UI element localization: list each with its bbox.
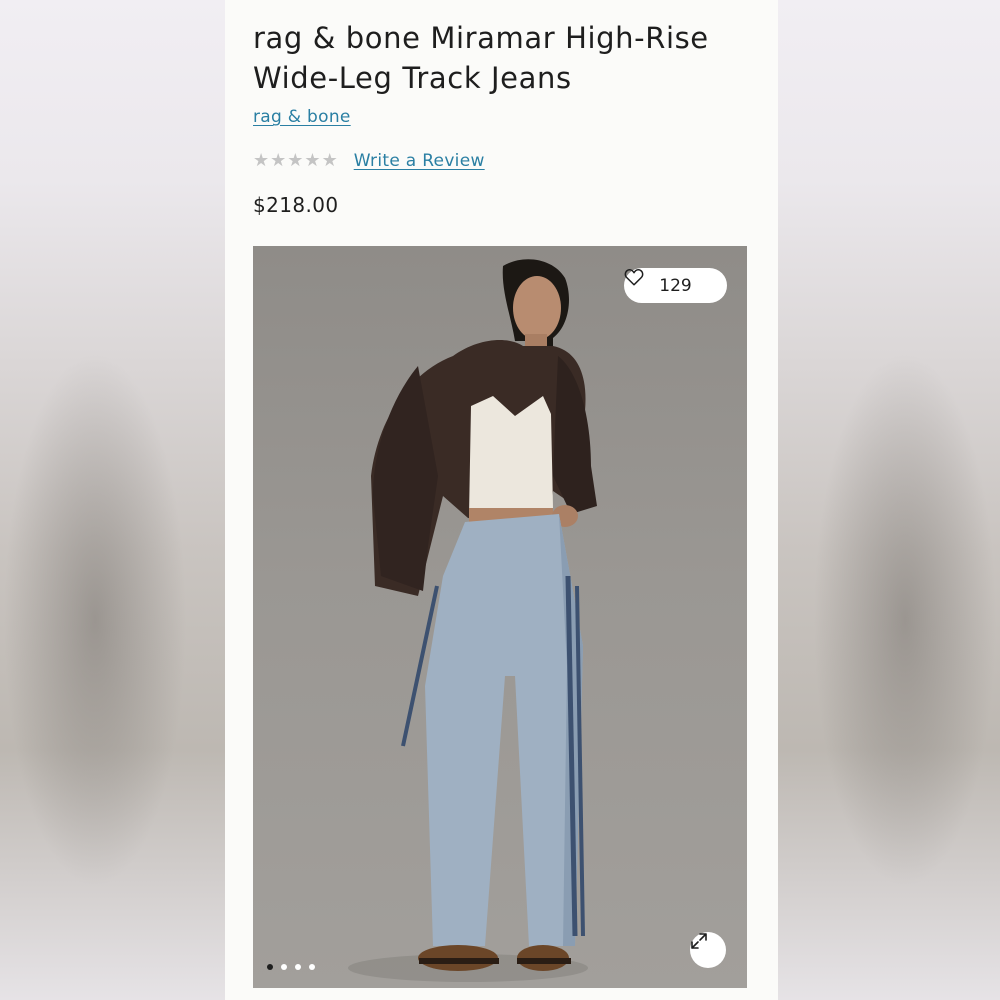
star-icon: ★	[253, 150, 270, 171]
star-icon: ★	[287, 150, 304, 171]
expand-image-button[interactable]	[690, 932, 726, 968]
product-title: rag & bone Miramar High-Rise Wide-Leg Tr…	[253, 21, 709, 95]
carousel-dot[interactable]	[309, 964, 315, 970]
write-review-link[interactable]: Write a Review	[354, 151, 485, 171]
star-icon: ★	[304, 150, 321, 171]
carousel-dots	[267, 964, 315, 970]
product-panel: rag & bone Miramar High-Rise Wide-Leg Tr…	[225, 0, 778, 1000]
product-price: $218.00	[253, 193, 339, 217]
carousel-dot[interactable]	[295, 964, 301, 970]
star-icon: ★	[270, 150, 287, 171]
carousel-dot[interactable]	[281, 964, 287, 970]
heart-icon	[624, 269, 644, 286]
like-count: 129	[659, 275, 692, 296]
carousel-dot-active[interactable]	[267, 964, 273, 970]
rating-row: ★ ★ ★ ★ ★ Write a Review	[253, 148, 485, 174]
star-icon: ★	[321, 150, 338, 171]
like-button[interactable]: 129	[624, 268, 727, 303]
model-photo-illustration	[348, 259, 597, 982]
star-rating: ★ ★ ★ ★ ★	[253, 151, 338, 171]
expand-icon	[691, 933, 707, 949]
product-image[interactable]: 129	[253, 246, 747, 988]
brand-link[interactable]: rag & bone	[253, 107, 351, 127]
